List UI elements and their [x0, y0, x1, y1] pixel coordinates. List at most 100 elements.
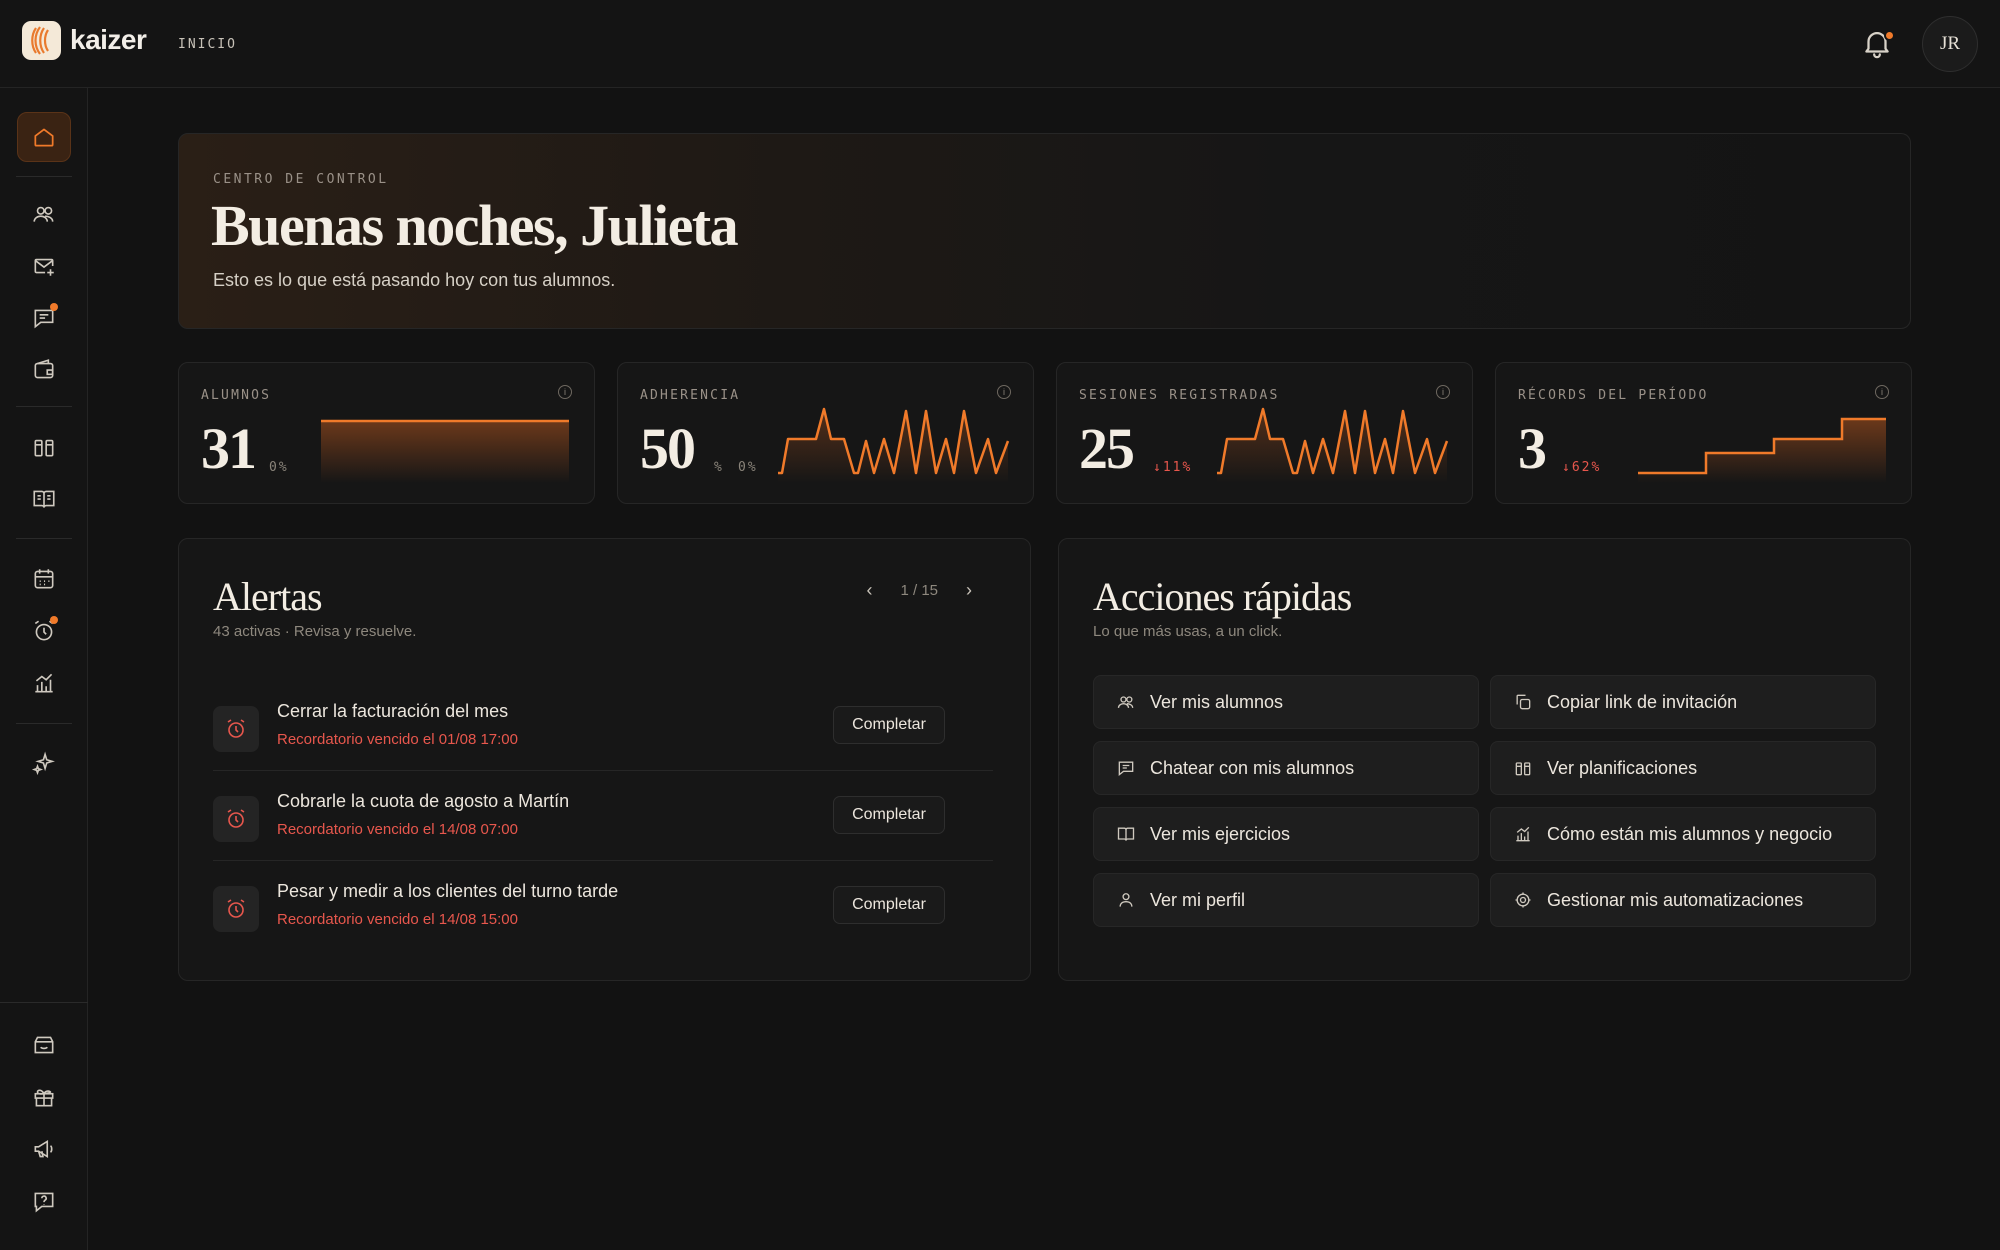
- wallet-icon[interactable]: [17, 345, 71, 395]
- alarm-icon: [213, 886, 259, 932]
- kaizer-logo-icon[interactable]: [22, 21, 61, 60]
- book-open-icon: [1117, 827, 1135, 841]
- quick-action-label: Ver mis alumnos: [1150, 691, 1284, 712]
- alarm-badge: [50, 616, 58, 624]
- help-icon[interactable]: [17, 1176, 71, 1226]
- quick-action-label: Copiar link de invitación: [1547, 691, 1738, 712]
- chat-icon[interactable]: [17, 293, 71, 343]
- gift-icon[interactable]: [17, 1072, 71, 1122]
- stat-delta: 0%: [269, 460, 289, 475]
- alarm-icon[interactable]: [17, 606, 71, 656]
- quick-action-copy-invite[interactable]: Copiar link de invitación: [1490, 675, 1876, 729]
- quick-action-label: Ver planificaciones: [1547, 757, 1698, 778]
- welcome-hero: CENTRO DE CONTROL Buenas noches, Julieta…: [178, 133, 1911, 329]
- hero-subtitle: Esto es lo que está pasando hoy con tus …: [213, 270, 616, 290]
- user-avatar[interactable]: JR: [1922, 16, 1978, 72]
- stat-label: ADHERENCIA: [640, 388, 741, 403]
- sidebar-divider: [16, 176, 72, 177]
- quick-action-label: Ver mis ejercicios: [1150, 823, 1291, 844]
- sidebar-divider: [16, 406, 72, 407]
- book-open-icon[interactable]: [17, 474, 71, 524]
- quick-actions-panel: Acciones rápidas Lo que más usas, a un c…: [1058, 538, 1911, 981]
- page-title: Buenas noches, Julieta: [211, 193, 739, 258]
- stat-value: 25: [1079, 416, 1135, 481]
- stat-card-sesiones[interactable]: SESIONES REGISTRADAS i 25 ↓11%: [1056, 362, 1473, 504]
- info-icon[interactable]: i: [558, 385, 572, 399]
- alerts-panel: Alertas 43 activas · Revisa y resuelve. …: [178, 538, 1031, 981]
- quick-action-analytics[interactable]: Cómo están mis alumnos y negocio: [1490, 807, 1876, 861]
- users-icon[interactable]: [17, 189, 71, 239]
- quick-action-chat[interactable]: Chatear con mis alumnos: [1093, 741, 1479, 795]
- app-name[interactable]: kaizer: [70, 24, 147, 56]
- store-icon[interactable]: [17, 1020, 71, 1070]
- quick-actions-title: Acciones rápidas: [1093, 574, 1352, 619]
- copy-icon: [1516, 694, 1531, 710]
- complete-button[interactable]: Completar: [833, 706, 945, 744]
- chevron-left-icon[interactable]: ‹: [858, 579, 880, 601]
- users-icon: [1117, 696, 1134, 708]
- sidebar-divider: [16, 723, 72, 724]
- stat-card-adherencia[interactable]: ADHERENCIA i 50 % 0%: [617, 362, 1034, 504]
- home-icon[interactable]: [17, 112, 71, 162]
- mail-plus-icon[interactable]: [17, 241, 71, 291]
- calendar-icon[interactable]: [17, 554, 71, 604]
- sidebar-divider: [16, 538, 72, 539]
- stat-card-records[interactable]: RÉCORDS DEL PERÍODO i 3 ↓62%: [1495, 362, 1912, 504]
- hero-eyebrow: CENTRO DE CONTROL: [213, 172, 389, 187]
- stat-label: SESIONES REGISTRADAS: [1079, 388, 1280, 403]
- complete-button[interactable]: Completar: [833, 796, 945, 834]
- alarm-icon: [213, 706, 259, 752]
- books-icon[interactable]: [17, 422, 71, 472]
- quick-actions-subtitle: Lo que más usas, a un click.: [1093, 623, 1283, 640]
- sidebar-divider: [0, 1002, 88, 1003]
- sparkle-icon[interactable]: [17, 738, 71, 788]
- alert-title: Pesar y medir a los clientes del turno t…: [277, 881, 619, 901]
- chart-icon[interactable]: [17, 658, 71, 708]
- quick-action-exercises[interactable]: Ver mis ejercicios: [1093, 807, 1479, 861]
- stat-value: 31: [201, 416, 257, 481]
- breadcrumb: INICIO: [178, 37, 237, 52]
- sidebar: [0, 88, 88, 1250]
- alerts-subtitle: 43 activas · Revisa y resuelve.: [213, 623, 417, 640]
- notification-badge: [1884, 30, 1895, 41]
- stat-delta: 0%: [738, 460, 758, 475]
- alert-meta: Recordatorio vencido el 01/08 17:00: [277, 731, 518, 748]
- alarm-icon: [213, 796, 259, 842]
- quick-action-automations[interactable]: Gestionar mis automatizaciones: [1490, 873, 1876, 927]
- complete-button[interactable]: Completar: [833, 886, 945, 924]
- sesiones-sparkline: [1217, 407, 1449, 483]
- stat-delta: ↓62%: [1562, 460, 1602, 475]
- megaphone-icon[interactable]: [17, 1124, 71, 1174]
- chat-badge: [50, 303, 58, 311]
- quick-action-plans[interactable]: Ver planificaciones: [1490, 741, 1876, 795]
- alert-title: Cerrar la facturación del mes: [277, 701, 509, 721]
- automation-icon: [1515, 892, 1531, 908]
- alert-title: Cobrarle la cuota de agosto a Martín: [277, 791, 570, 811]
- quick-action-label: Cómo están mis alumnos y negocio: [1547, 823, 1833, 844]
- adherencia-sparkline: [778, 407, 1010, 483]
- stat-value: 3: [1518, 416, 1547, 481]
- quick-action-label: Ver mi perfil: [1150, 889, 1246, 910]
- quick-action-profile[interactable]: Ver mi perfil: [1093, 873, 1479, 927]
- user-icon: [1119, 893, 1133, 907]
- quick-action-label: Gestionar mis automatizaciones: [1547, 889, 1804, 910]
- info-icon[interactable]: i: [1875, 385, 1889, 399]
- chat-icon: [1118, 761, 1134, 777]
- pager-label: 1 / 15: [900, 581, 938, 599]
- stat-delta: ↓11%: [1153, 460, 1193, 475]
- alerts-pager: ‹ 1 / 15 ›: [858, 579, 980, 601]
- alert-item: Cobrarle la cuota de agosto a Martín Rec…: [213, 771, 993, 861]
- stat-value: 50: [640, 416, 696, 481]
- stat-label: ALUMNOS: [201, 388, 272, 403]
- stat-card-alumnos[interactable]: ALUMNOS i 31 0%: [178, 362, 595, 504]
- chevron-right-icon[interactable]: ›: [958, 579, 980, 601]
- stat-unit: %: [714, 460, 724, 475]
- info-icon[interactable]: i: [1436, 385, 1450, 399]
- quick-action-label: Chatear con mis alumnos: [1150, 757, 1355, 778]
- info-icon[interactable]: i: [997, 385, 1011, 399]
- stat-label: RÉCORDS DEL PERÍODO: [1518, 388, 1709, 403]
- quick-action-view-students[interactable]: Ver mis alumnos: [1093, 675, 1479, 729]
- alert-item: Pesar y medir a los clientes del turno t…: [213, 861, 993, 951]
- records-sparkline: [1638, 417, 1886, 483]
- alumnos-sparkline: [321, 419, 569, 483]
